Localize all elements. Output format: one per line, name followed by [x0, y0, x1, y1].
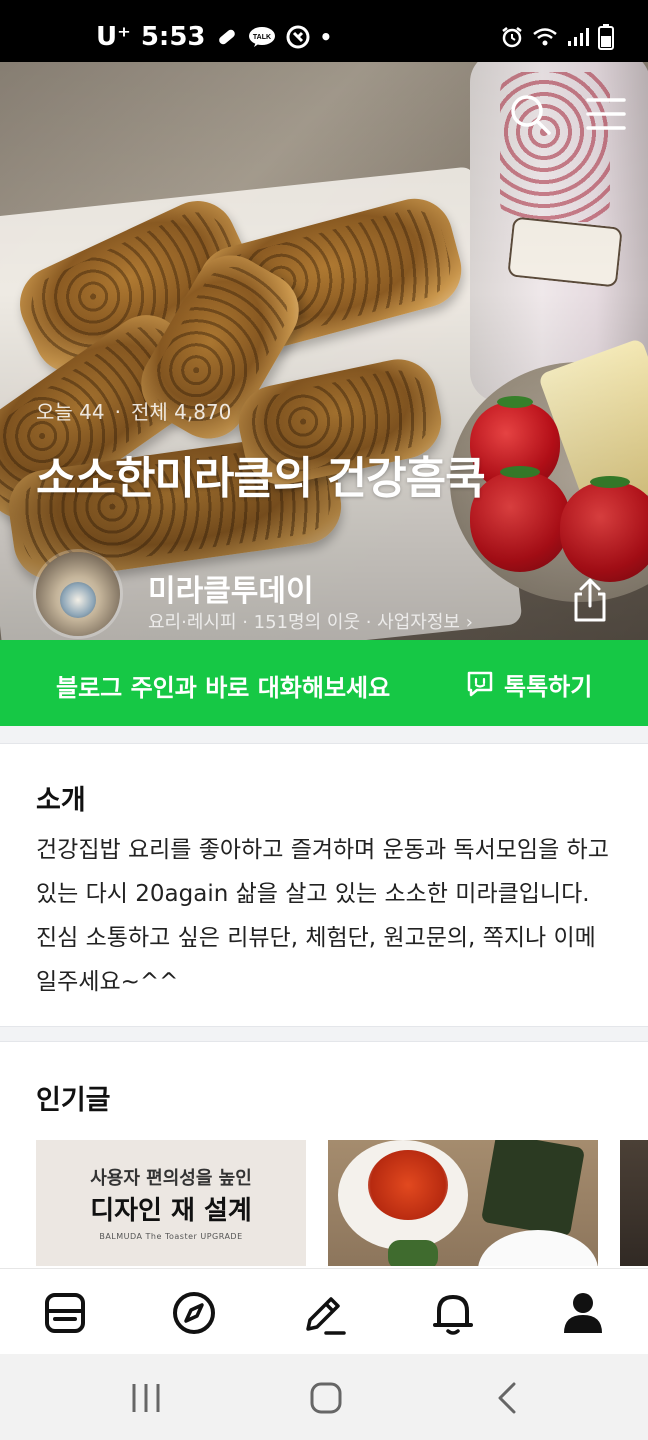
blogger-nickname[interactable]: 미라클투데이	[148, 566, 314, 610]
talktalk-button[interactable]: 톡톡하기	[466, 664, 592, 704]
signal-icon	[568, 28, 589, 46]
blog-title[interactable]: 소소한미라클의 건강흠쿡	[36, 442, 486, 506]
blog-meta[interactable]: 요리·레시피 · 151명의 이웃 · 사업자정보 ›	[148, 608, 473, 634]
battery-icon	[598, 24, 614, 50]
avatar[interactable]	[36, 552, 120, 636]
back-icon[interactable]	[488, 1378, 528, 1418]
popular-post-card[interactable]: 사용자 편의성을 높인 디자인 재 설계 BALMUDA The Toaster…	[36, 1140, 306, 1266]
chat-bubble-icon	[467, 671, 493, 697]
separator: ·	[114, 400, 121, 424]
talk-banner[interactable]: 블로그 주인과 바로 대화해보세요 톡톡하기	[0, 640, 648, 726]
alarm-icon	[502, 27, 522, 48]
app-notification-icon	[286, 25, 310, 49]
status-right	[500, 24, 614, 50]
popular-post-card[interactable]	[328, 1140, 598, 1266]
notification-icon[interactable]	[429, 1289, 477, 1337]
status-left: U⁺ 5:53 TALK •	[96, 22, 332, 52]
discover-icon[interactable]	[170, 1289, 218, 1337]
carrier-label: U⁺	[96, 22, 131, 52]
recent-apps-icon[interactable]	[126, 1378, 166, 1418]
food-rice	[478, 1230, 598, 1266]
more-notifications-dot: •	[319, 25, 333, 49]
card-subtitle: 사용자 편의성을 높인	[90, 1168, 252, 1189]
menu-icon[interactable]	[584, 92, 628, 136]
write-icon[interactable]	[300, 1289, 348, 1337]
visits-total: 전체 4,870	[130, 400, 232, 424]
food-seaweed	[480, 1140, 586, 1238]
talk-banner-text: 블로그 주인과 바로 대화해보세요	[56, 674, 391, 702]
popular-posts-carousel[interactable]: 사용자 편의성을 높인 디자인 재 설계 BALMUDA The Toaster…	[36, 1140, 648, 1266]
clock: 5:53	[140, 22, 206, 52]
feed-icon[interactable]	[41, 1289, 89, 1337]
visits-today: 오늘 44	[36, 400, 105, 424]
pill-icon	[218, 29, 235, 45]
visitor-count: 오늘 44 · 전체 4,870	[36, 396, 231, 425]
bottom-tab-bar	[0, 1268, 648, 1354]
talk-badge-text: TALK	[252, 34, 270, 41]
status-bar: U⁺ 5:53 TALK •	[0, 0, 648, 62]
food-cucumber	[388, 1240, 438, 1266]
food-kimchi	[368, 1150, 448, 1220]
profile-icon[interactable]	[559, 1289, 607, 1337]
kakaotalk-icon: TALK	[248, 27, 275, 47]
blog-cover: 오늘 44 · 전체 4,870 소소한미라클의 건강흠쿡 미라클투데이 요리·레시…	[0, 62, 648, 640]
system-navigation-bar	[0, 1354, 648, 1440]
card-caption: BALMUDA The Toaster UPGRADE	[99, 1232, 243, 1241]
intro-text: 건강집밥 요리를 좋아하고 즐겨하며 운동과 독서모임을 하고 있는 다시 20…	[36, 837, 609, 995]
section-divider	[0, 726, 648, 744]
search-icon[interactable]	[508, 92, 552, 136]
popular-title: 인기글	[36, 1085, 111, 1116]
popular-post-card[interactable]	[620, 1140, 648, 1266]
card-title: 디자인 재 설계	[90, 1196, 252, 1226]
intro-title: 소개	[36, 785, 86, 816]
share-icon[interactable]	[568, 576, 612, 624]
section-divider	[0, 1026, 648, 1042]
wifi-icon	[533, 28, 557, 46]
home-icon[interactable]	[306, 1378, 346, 1418]
talktalk-button-label: 톡톡하기	[504, 672, 593, 701]
